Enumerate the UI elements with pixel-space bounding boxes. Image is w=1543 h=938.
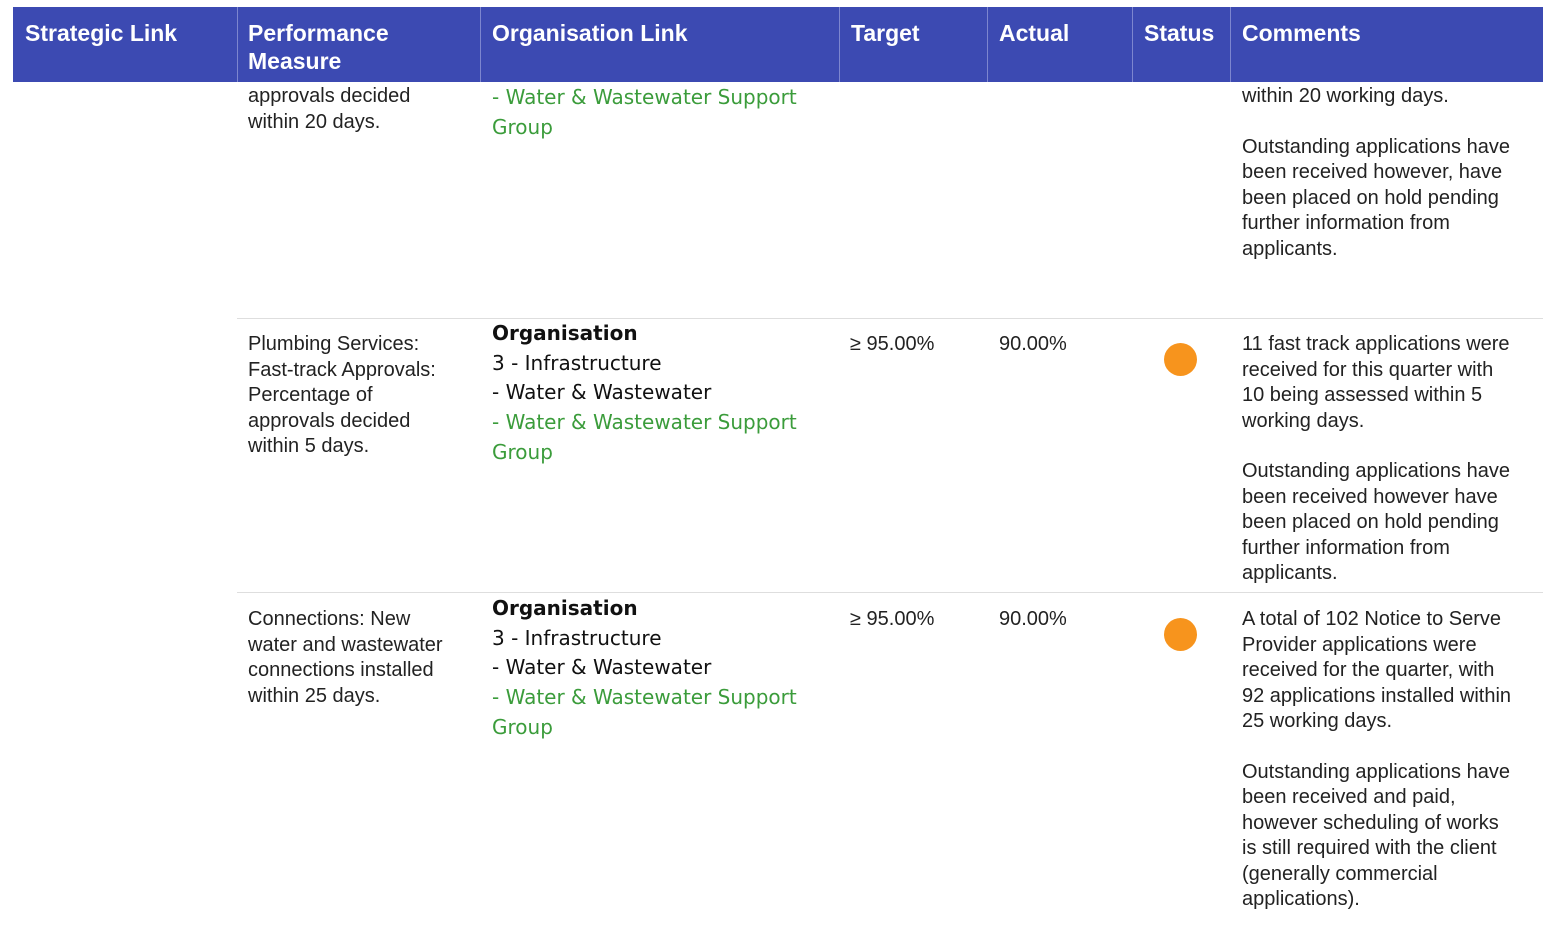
performance-measure-cell: approvals decided within 20 days. [248,85,411,133]
column-header-performance-measure: Performance Measure [248,20,389,74]
table-header: Strategic Link Performance Measure Organ… [13,7,1543,82]
status-orange-circle-icon [1164,343,1197,376]
header-divider [1230,7,1231,82]
target-value: ≥ 95.00% [850,333,935,355]
header-divider [1132,7,1133,82]
actual-value: 90.00% [999,608,1067,630]
organisation-link-cell: Organisation 3 - Infrastructure - Water … [492,596,797,739]
column-header-actual: Actual [999,20,1070,46]
actual-value: 90.00% [999,333,1067,355]
header-divider [839,7,840,82]
header-divider [987,7,988,82]
organisation-link-cell: Organisation 3 - Infrastructure - Water … [492,321,797,464]
column-header-target: Target [851,20,920,46]
comments-cell: 11 fast track applications were received… [1242,333,1510,584]
status-orange-circle-icon [1164,618,1197,651]
target-value: ≥ 95.00% [850,608,935,630]
header-divider [237,7,238,82]
column-header-strategic-link: Strategic Link [25,20,178,46]
column-header-comments: Comments [1242,20,1361,46]
organisation-link-cell: - Water & Wastewater Support Group [492,85,797,139]
column-header-organisation-link: Organisation Link [492,20,688,46]
performance-measure-cell: Plumbing Services: Fast-track Approvals:… [248,333,436,457]
performance-measure-cell: Connections: New water and wastewater co… [248,608,443,707]
comments-cell: A total of 102 Notice to Serve Provider … [1242,608,1512,910]
header-divider [480,7,481,82]
column-header-status: Status [1144,20,1215,46]
row-divider [237,318,1543,319]
comments-cell: within 20 working days. Outstanding appl… [1242,85,1510,260]
